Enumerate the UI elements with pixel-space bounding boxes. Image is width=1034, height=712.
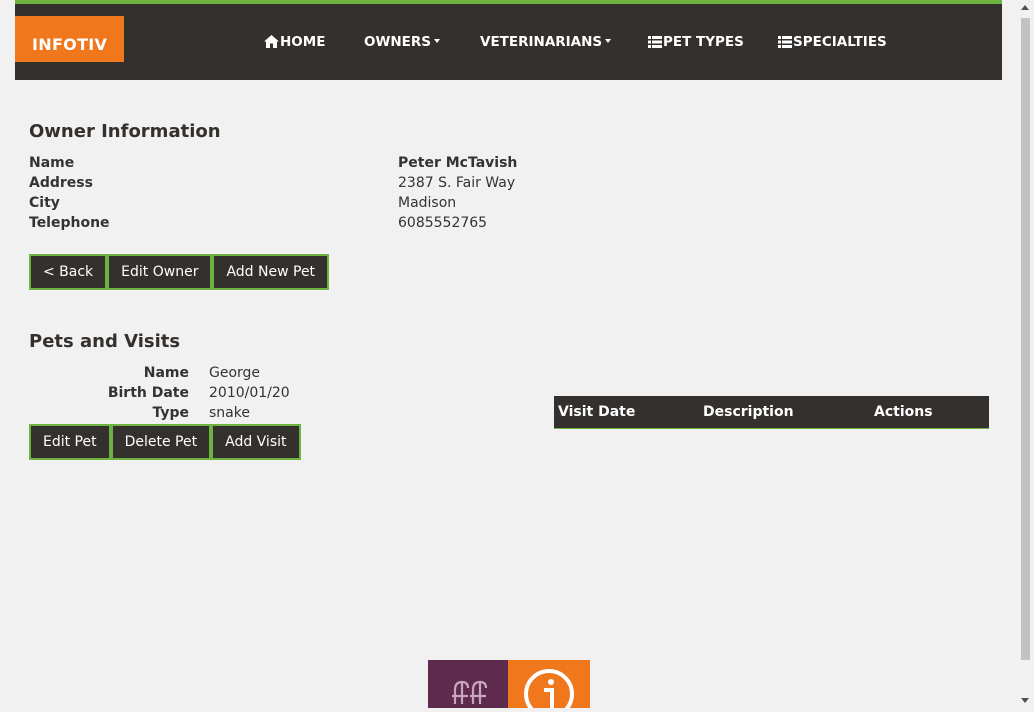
partner-logo-icon [452, 680, 488, 704]
visits-table: Visit Date Description Actions [554, 396, 989, 429]
owner-actions: < Back Edit Owner Add New Pet [29, 254, 330, 290]
list-icon [778, 36, 792, 52]
list-icon [648, 36, 662, 52]
nav-specialties[interactable]: SPECIALTIES [778, 34, 887, 52]
brand-logo[interactable]: INFOTIV [15, 16, 124, 62]
owner-name-label: Name [29, 155, 75, 171]
caret-down-icon [434, 39, 441, 43]
owner-telephone: 6085552765 [398, 215, 488, 231]
nav-veterinarians-label: VETERINARIANS [480, 34, 603, 50]
nav-veterinarians[interactable]: VETERINARIANS [480, 34, 612, 50]
nav-specialties-label: SPECIALTIES [793, 34, 887, 50]
add-new-pet-button[interactable]: Add New Pet [212, 254, 330, 290]
visits-table-header: Visit Date Description Actions [554, 396, 989, 429]
pet-actions: Edit Pet Delete Pet Add Visit [29, 424, 301, 460]
pet-birth-date: 2010/01/20 [209, 385, 290, 401]
scroll-up-icon[interactable] [1021, 5, 1029, 10]
home-icon [264, 35, 279, 52]
scroll-down-icon[interactable] [1021, 698, 1029, 703]
nav-pet-types[interactable]: PET TYPES [648, 34, 744, 52]
pet-birth-date-label: Birth Date [107, 385, 189, 401]
edit-owner-button[interactable]: Edit Owner [107, 254, 213, 290]
owner-telephone-label: Telephone [29, 215, 110, 231]
owner-name: Peter McTavish [398, 155, 518, 171]
owner-city-label: City [29, 195, 60, 211]
caret-down-icon [605, 39, 612, 43]
scroll-thumb[interactable] [1021, 18, 1030, 660]
add-visit-button[interactable]: Add Visit [211, 424, 301, 460]
nav-owners-label: OWNERS [364, 34, 432, 50]
footer-logo-partner [428, 660, 508, 708]
brand-text: INFOTIV [32, 35, 108, 54]
edit-pet-button[interactable]: Edit Pet [29, 424, 111, 460]
pet-type-label: Type [152, 405, 189, 421]
owner-heading: Owner Information [29, 121, 221, 142]
description-column-header: Description [699, 396, 870, 429]
navbar: INFOTIV HOME OWNERS VETERINARIANS PET TY… [15, 0, 1002, 80]
nav-home[interactable]: HOME [264, 34, 325, 52]
back-button[interactable]: < Back [29, 254, 108, 290]
page-scrollbar[interactable] [1017, 0, 1034, 708]
visit-date-column-header: Visit Date [554, 396, 699, 429]
nav-home-label: HOME [280, 34, 326, 50]
actions-column-header: Actions [870, 396, 989, 429]
footer-logo-infotiv [508, 660, 590, 708]
owner-address-label: Address [29, 175, 93, 191]
owner-city: Madison [398, 195, 457, 211]
pets-heading: Pets and Visits [29, 331, 181, 352]
nav-pet-types-label: PET TYPES [663, 34, 744, 50]
delete-pet-button[interactable]: Delete Pet [110, 424, 212, 460]
owner-address: 2387 S. Fair Way [398, 175, 516, 191]
info-icon [524, 669, 574, 708]
pet-type: snake [209, 405, 250, 421]
pet-name: George [209, 365, 261, 381]
pet-name-label: Name [143, 365, 189, 381]
nav-owners[interactable]: OWNERS [364, 34, 441, 50]
